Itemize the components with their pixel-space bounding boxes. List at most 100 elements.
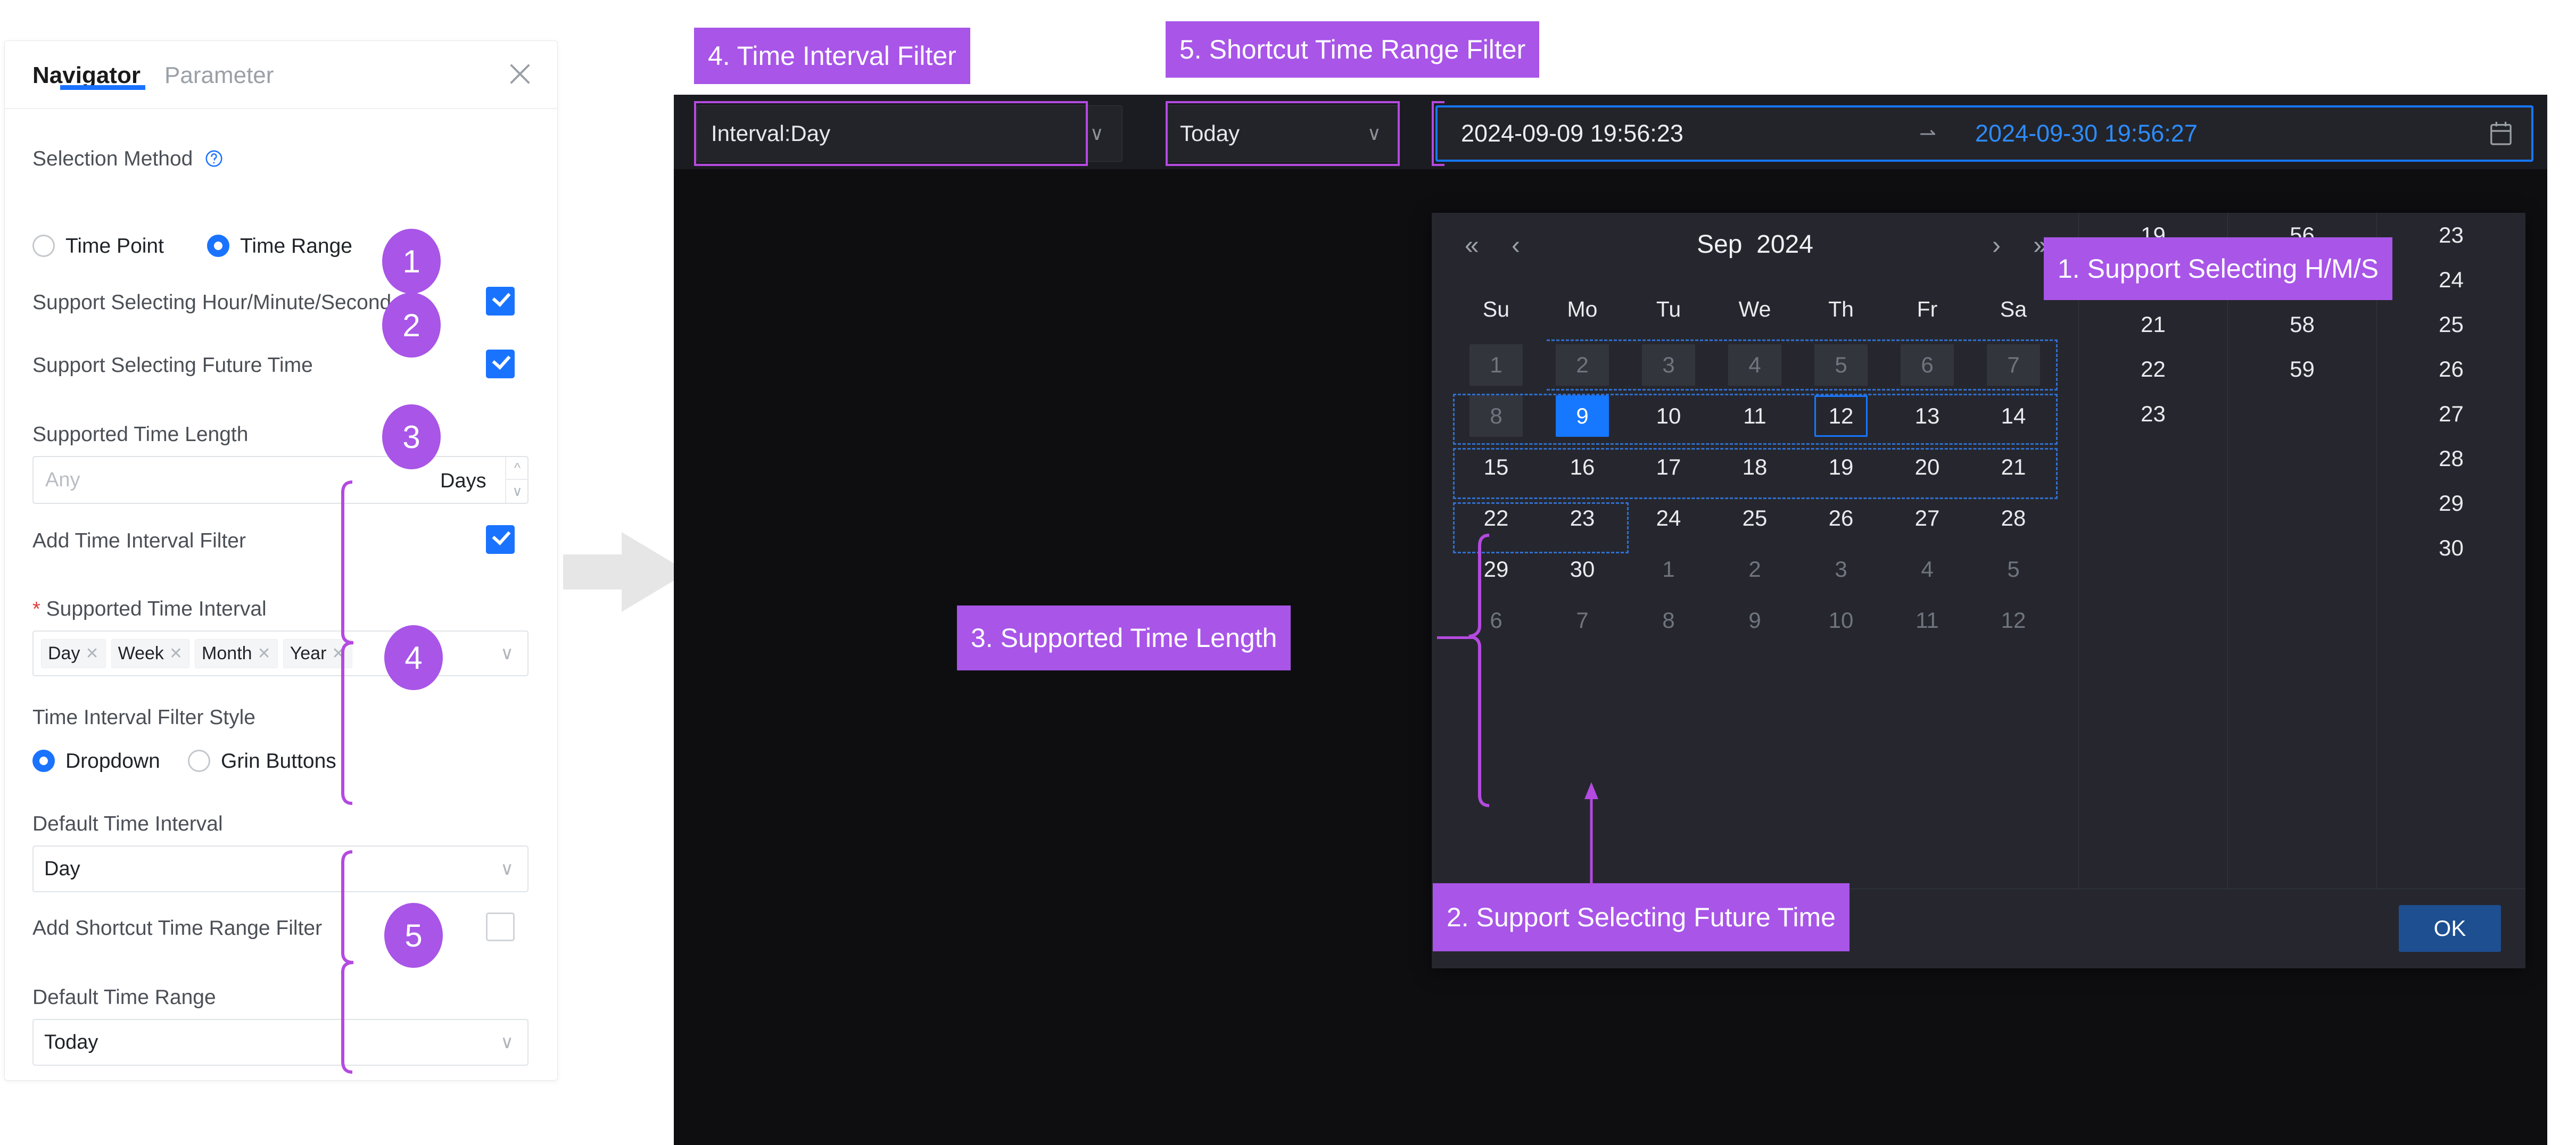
support-hms-checkbox[interactable] <box>486 287 515 316</box>
calendar-day-label: 13 <box>1901 395 1954 437</box>
radio-dropdown[interactable] <box>32 750 55 772</box>
chevron-down-icon[interactable]: ∨ <box>500 643 514 664</box>
calendar-day-cell[interactable]: 4 <box>1712 339 1798 391</box>
calendar-day-cell[interactable]: 28 <box>1970 493 2057 544</box>
calendar-day-cell[interactable]: 15 <box>1453 442 1539 493</box>
second-option[interactable]: 30 <box>2377 526 2525 570</box>
tag-day[interactable]: Day ✕ <box>41 639 106 668</box>
calendar-day-cell[interactable]: 26 <box>1798 493 1884 544</box>
calendar-day-cell[interactable]: 13 <box>1884 391 1970 442</box>
calendar-day-cell[interactable]: 5 <box>1970 544 2057 595</box>
calendar-day-cell[interactable]: 8 <box>1625 595 1712 646</box>
calendar-day-cell[interactable]: 5 <box>1798 339 1884 391</box>
calendar-week-row: 6789101112 <box>1453 595 2057 646</box>
calendar-day-cell[interactable]: 27 <box>1884 493 1970 544</box>
minute-column[interactable]: 56575859 <box>2227 213 2376 889</box>
minute-option[interactable]: 58 <box>2228 302 2376 347</box>
tag-month[interactable]: Month ✕ <box>195 639 278 668</box>
calendar-day-cell[interactable]: 11 <box>1884 595 1970 646</box>
second-column[interactable]: 2324252627282930 <box>2376 213 2525 889</box>
calendar-day-cell[interactable]: 18 <box>1712 442 1798 493</box>
support-future-checkbox[interactable] <box>486 350 515 378</box>
calendar-day-cell[interactable]: 10 <box>1798 595 1884 646</box>
calendar-day-cell[interactable]: 8 <box>1453 391 1539 442</box>
stepper-up-icon[interactable]: ^ <box>506 457 529 480</box>
calendar-day-cell[interactable]: 6 <box>1884 339 1970 391</box>
calendar-day-cell[interactable]: 2 <box>1539 339 1625 391</box>
calendar-day-cell[interactable]: 10 <box>1625 391 1712 442</box>
calendar-day-cell[interactable]: 3 <box>1798 544 1884 595</box>
second-option[interactable]: 24 <box>2377 258 2525 302</box>
close-small-icon[interactable]: ✕ <box>85 644 98 663</box>
question-circle-icon[interactable] <box>204 148 224 169</box>
calendar-day-cell[interactable]: 19 <box>1798 442 1884 493</box>
ok-button[interactable]: OK <box>2399 905 2501 952</box>
annotation-box-4 <box>694 101 1088 166</box>
tab-navigator[interactable]: Navigator <box>32 62 141 89</box>
hour-option[interactable]: 22 <box>2079 347 2227 392</box>
calendar-day-cell[interactable]: 11 <box>1712 391 1798 442</box>
second-option[interactable]: 26 <box>2377 347 2525 392</box>
calendar-day-cell[interactable]: 17 <box>1625 442 1712 493</box>
second-option[interactable]: 23 <box>2377 213 2525 258</box>
calendar-day-cell[interactable]: 14 <box>1970 391 2057 442</box>
calendar-day-label: 16 <box>1556 446 1609 488</box>
hour-column[interactable]: 1920212223 <box>2078 213 2227 889</box>
calendar-day-cell[interactable]: 2 <box>1712 544 1798 595</box>
chevron-down-icon[interactable]: ∨ <box>1090 122 1104 145</box>
calendar-day-cell[interactable]: 9 <box>1539 391 1625 442</box>
calendar-day-cell[interactable]: 23 <box>1539 493 1625 544</box>
stepper-down-icon[interactable]: ∨ <box>506 480 529 503</box>
hour-option[interactable]: 23 <box>2079 392 2227 436</box>
second-option[interactable]: 27 <box>2377 392 2525 436</box>
calendar-day-cell[interactable]: 12 <box>1798 391 1884 442</box>
calendar-day-cell[interactable]: 3 <box>1625 339 1712 391</box>
radio-time-range[interactable] <box>207 235 229 257</box>
second-option[interactable]: 28 <box>2377 436 2525 481</box>
tab-parameter[interactable]: Parameter <box>164 62 274 89</box>
add-shortcut-time-range-filter-checkbox[interactable] <box>486 912 515 941</box>
second-option[interactable]: 29 <box>2377 481 2525 526</box>
minute-option[interactable]: 59 <box>2228 347 2376 392</box>
default-time-range-select[interactable]: Today ∨ <box>32 1019 529 1066</box>
calendar-day-cell[interactable]: 1 <box>1625 544 1712 595</box>
chevron-down-icon[interactable]: ∨ <box>500 858 514 880</box>
calendar-day-label: 5 <box>1814 344 1868 386</box>
range-start-value[interactable]: 2024-09-09 19:56:23 <box>1461 120 1683 147</box>
weekday-th: Th <box>1798 297 1884 322</box>
calendar-day-cell[interactable]: 12 <box>1970 595 2057 646</box>
close-icon[interactable] <box>506 60 534 88</box>
calendar-day-label: 27 <box>1901 497 1954 539</box>
annotation-circle-2: 2 <box>382 293 441 358</box>
chevron-right-icon[interactable]: › <box>1992 231 1999 260</box>
calendar-day-cell[interactable]: 30 <box>1539 544 1625 595</box>
calendar-day-cell[interactable]: 1 <box>1453 339 1539 391</box>
calendar-day-cell[interactable]: 24 <box>1625 493 1712 544</box>
calendar-day-cell[interactable]: 25 <box>1712 493 1798 544</box>
tab-parameter-label: Parameter <box>164 62 274 88</box>
close-small-icon[interactable]: ✕ <box>258 644 271 663</box>
calendar-icon[interactable] <box>2489 120 2513 147</box>
calendar-day-cell[interactable]: 21 <box>1970 442 2057 493</box>
radio-time-point[interactable] <box>32 235 55 257</box>
supported-time-interval-tags[interactable]: Day ✕ Week ✕ Month ✕ Year ✕ ∨ <box>32 630 529 676</box>
calendar-pane: « ‹ Sep 2024 › » Su Mo Tu We Th Fr Sa 12… <box>1432 213 2078 968</box>
date-range-input[interactable]: 2024-09-09 19:56:23 ⇀ 2024-09-30 19:56:2… <box>1435 105 2533 162</box>
calendar-day-grid[interactable]: 1234567891011121314151617181920212223242… <box>1453 339 2057 646</box>
calendar-day-cell[interactable]: 20 <box>1884 442 1970 493</box>
calendar-day-cell[interactable]: 7 <box>1970 339 2057 391</box>
radio-grin-buttons[interactable] <box>188 750 210 772</box>
tag-week[interactable]: Week ✕ <box>111 639 189 668</box>
calendar-day-cell[interactable]: 9 <box>1712 595 1798 646</box>
add-time-interval-filter-checkbox[interactable] <box>486 525 515 554</box>
range-end-value[interactable]: 2024-09-30 19:56:27 <box>1975 120 2198 147</box>
close-small-icon[interactable]: ✕ <box>169 644 183 663</box>
calendar-day-cell[interactable]: 7 <box>1539 595 1625 646</box>
time-length-stepper[interactable]: ^ ∨ <box>505 457 529 503</box>
chevron-down-icon[interactable]: ∨ <box>500 1032 514 1053</box>
calendar-day-cell[interactable]: 16 <box>1539 442 1625 493</box>
default-time-interval-select[interactable]: Day ∨ <box>32 845 529 892</box>
second-option[interactable]: 25 <box>2377 302 2525 347</box>
calendar-day-cell[interactable]: 4 <box>1884 544 1970 595</box>
hour-option[interactable]: 21 <box>2079 302 2227 347</box>
